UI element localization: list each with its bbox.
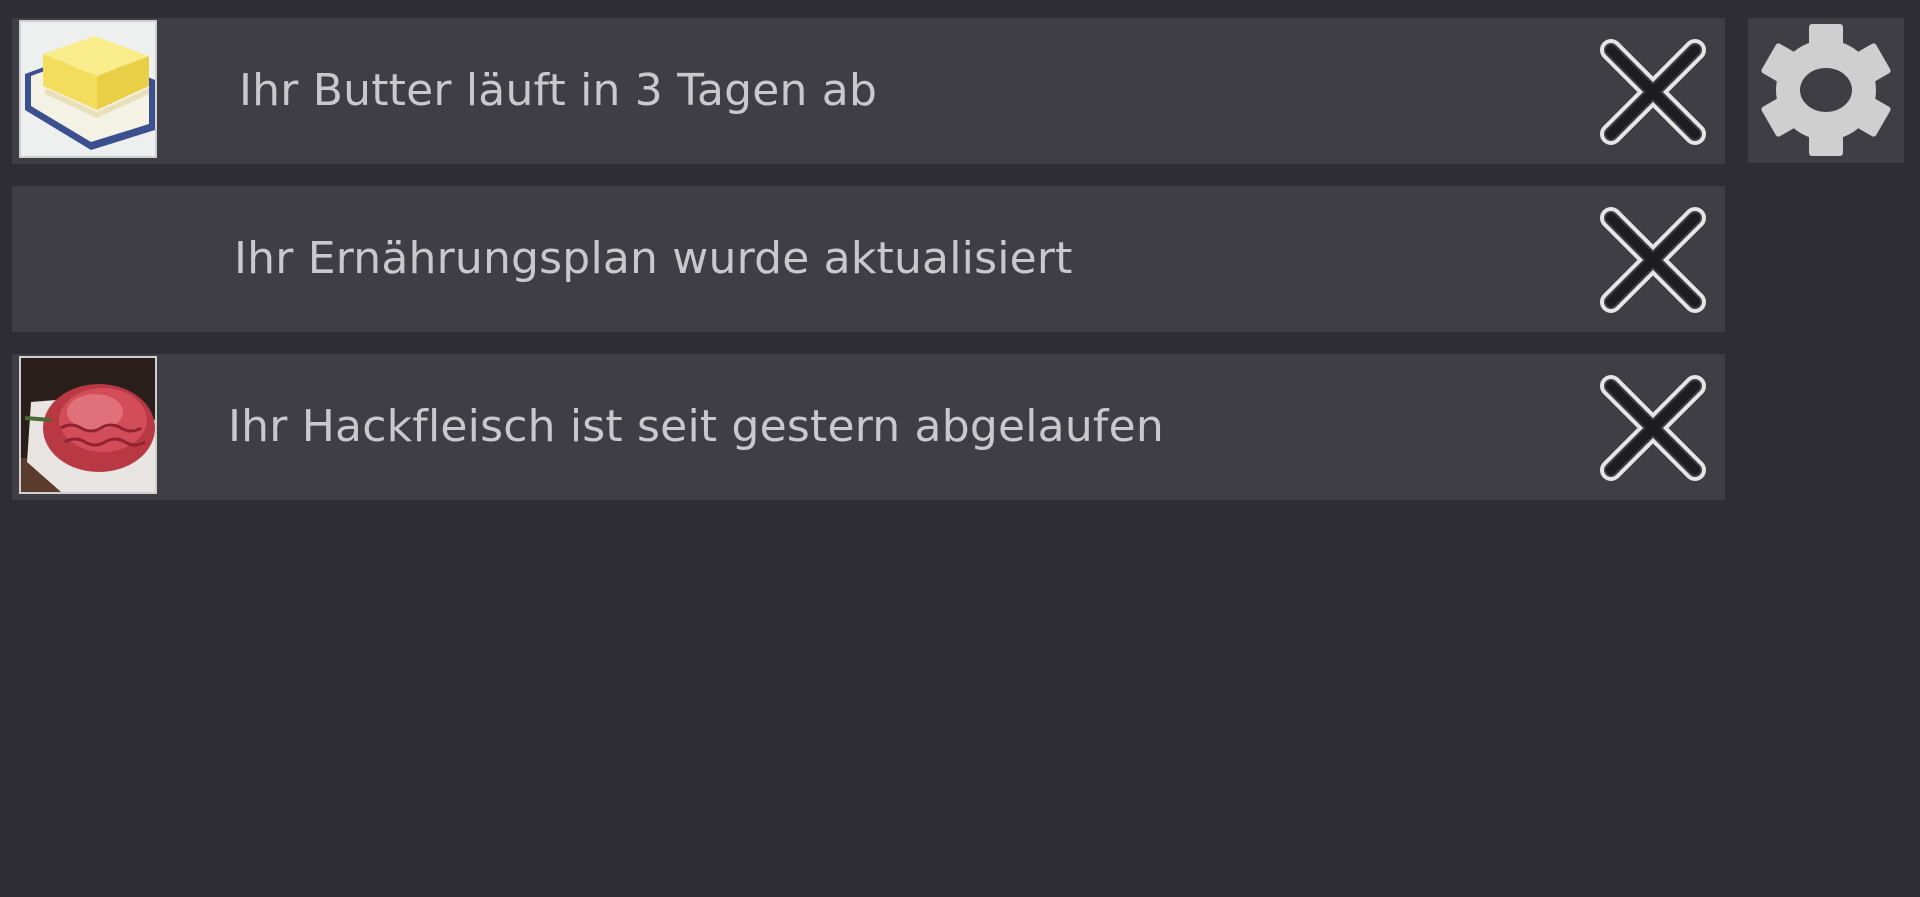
notification-text: Ihr Butter läuft in 3 Tagen ab — [239, 65, 878, 116]
close-icon — [1600, 375, 1706, 481]
notification-list: Ihr Butter läuft in 3 Tagen ab Ihr Ernäh… — [12, 18, 1725, 522]
notification-item: Ihr Ernährungsplan wurde aktualisiert — [12, 186, 1725, 332]
butter-thumbnail — [19, 20, 157, 158]
notification-item: Ihr Butter läuft in 3 Tagen ab — [12, 18, 1725, 164]
dismiss-button[interactable] — [1595, 370, 1711, 486]
notification-text: Ihr Ernährungsplan wurde aktualisiert — [234, 233, 1073, 284]
notification-item: Ihr Hackfleisch ist seit gestern abgelau… — [12, 354, 1725, 500]
close-icon — [1600, 207, 1706, 313]
dismiss-button[interactable] — [1595, 34, 1711, 150]
close-icon — [1600, 39, 1706, 145]
notification-text: Ihr Hackfleisch ist seit gestern abgelau… — [228, 401, 1164, 452]
dismiss-button[interactable] — [1595, 202, 1711, 318]
settings-button[interactable] — [1748, 18, 1904, 163]
minced-meat-thumbnail — [19, 356, 157, 494]
gear-icon — [1761, 24, 1891, 156]
